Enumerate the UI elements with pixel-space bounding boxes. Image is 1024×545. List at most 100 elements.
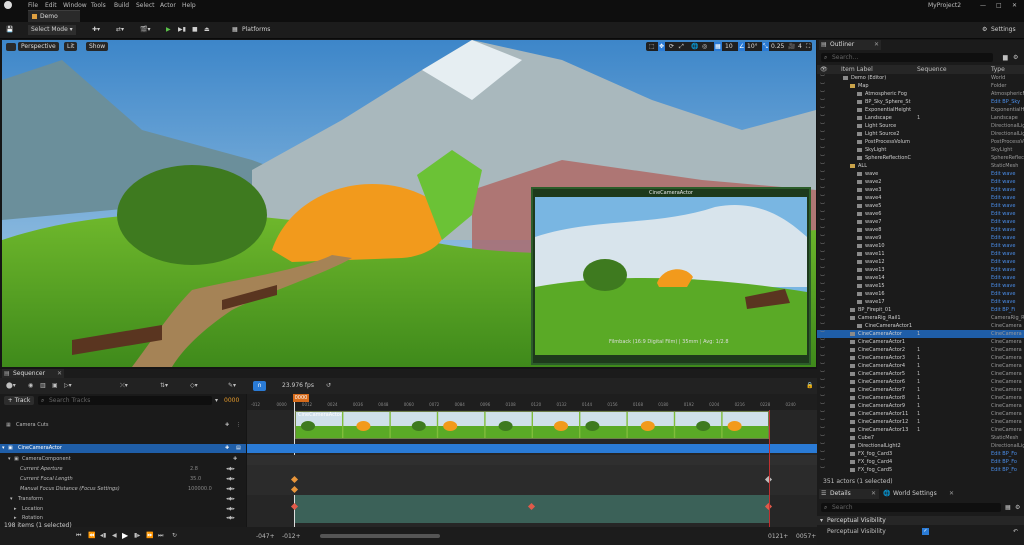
- key-interp-icon[interactable]: ◇▾: [190, 382, 198, 389]
- outliner-row[interactable]: ︶ wave4 Edit wave: [817, 194, 1024, 202]
- outliner-row[interactable]: ︶ wave11 Edit wave: [817, 250, 1024, 258]
- world-settings-close-icon[interactable]: ✕: [949, 489, 954, 499]
- rotate-icon[interactable]: ⟳: [669, 42, 674, 51]
- visibility-eye-icon[interactable]: ︶: [820, 418, 825, 426]
- camera-speed-icon[interactable]: 🎥: [788, 42, 795, 51]
- visibility-eye-icon[interactable]: ︶: [820, 210, 825, 218]
- minimize-icon[interactable]: —: [980, 2, 986, 9]
- outliner-close-icon[interactable]: ✕: [874, 40, 879, 50]
- play-icon[interactable]: ▶: [122, 531, 128, 540]
- outliner-row[interactable]: ︶ wave Edit wave: [817, 170, 1024, 178]
- track-camera-cuts[interactable]: ▦ Camera Cuts ✚ ⋮: [0, 418, 246, 432]
- menu-edit[interactable]: Edit: [45, 2, 57, 9]
- add-actor-icon[interactable]: ✚▾: [92, 25, 100, 35]
- track-manual-focus-distance[interactable]: Manual Focus Distance (Focus Settings) 1…: [0, 485, 246, 494]
- outliner-item-type[interactable]: Edit wave: [991, 210, 1024, 218]
- visibility-eye-icon[interactable]: ︶: [820, 362, 825, 370]
- outliner-row[interactable]: ︶ wave16 Edit wave: [817, 290, 1024, 298]
- outliner-row[interactable]: ︶ CineCameraActor4 1 CineCamera: [817, 362, 1024, 370]
- menu-window[interactable]: Window: [63, 2, 87, 9]
- visibility-eye-icon[interactable]: ︶: [820, 122, 825, 130]
- key-nav-icon[interactable]: ◂◆▸: [226, 514, 235, 523]
- outliner-row[interactable]: ︶ Map Folder: [817, 82, 1024, 90]
- outliner-row[interactable]: ︶ CineCameraActor3 1 CineCamera: [817, 354, 1024, 362]
- outliner-row[interactable]: ︶ wave14 Edit wave: [817, 274, 1024, 282]
- visibility-eye-icon[interactable]: ︶: [820, 370, 825, 378]
- visibility-eye-icon[interactable]: ︶: [820, 298, 825, 306]
- outliner-row[interactable]: ︶ SkyLight SkyLight: [817, 146, 1024, 154]
- outliner-row[interactable]: ︶ wave7 Edit wave: [817, 218, 1024, 226]
- visibility-eye-icon[interactable]: ︶: [820, 202, 825, 210]
- visibility-eye-icon[interactable]: ︶: [820, 250, 825, 258]
- outliner-row[interactable]: ︶ PostProcessVolum PostProcessVolume: [817, 138, 1024, 146]
- save-icon[interactable]: 💾: [6, 25, 13, 35]
- details-section-header[interactable]: ▾ Perceptual Visibility: [817, 516, 1024, 525]
- outliner-row[interactable]: ︶ SphereReflectionC SphereReflection: [817, 154, 1024, 162]
- step-back-key-icon[interactable]: ⏪: [88, 532, 95, 539]
- world-local-icon[interactable]: 🌐: [691, 42, 698, 51]
- track-location[interactable]: ▸ Location ◂◆▸: [0, 505, 246, 514]
- maximize-viewport-icon[interactable]: ⛶: [806, 42, 810, 51]
- visibility-eye-icon[interactable]: ︶: [820, 322, 825, 330]
- outliner-row[interactable]: ︶ FX_fog_Card5 Edit BP_Fo: [817, 466, 1024, 474]
- loop-icon[interactable]: ↺: [326, 382, 331, 389]
- key-nav-icon[interactable]: ◂◆▸: [226, 465, 235, 474]
- reset-arrow-icon[interactable]: ↶: [1013, 527, 1018, 536]
- save-sequence-icon[interactable]: ⬤▾: [6, 382, 16, 389]
- visibility-eye-icon[interactable]: ︶: [820, 218, 825, 226]
- filter-icon[interactable]: ▾: [215, 397, 218, 404]
- sequencer-timeline[interactable]: -012 0000 0012 0024 0036 0048 0060 0072 0084 0096…: [247, 394, 817, 527]
- platforms-button[interactable]: Platforms: [242, 25, 270, 35]
- expand-arrow-icon[interactable]: ▸: [14, 505, 17, 514]
- outliner-row[interactable]: ︶ DirectionalLight2 DirectionalLight: [817, 442, 1024, 450]
- outliner-row[interactable]: ︶ wave10 Edit wave: [817, 242, 1024, 250]
- settings-button[interactable]: Settings: [991, 25, 1016, 35]
- outliner-row[interactable]: ︶ CineCameraActor7 1 CineCamera: [817, 386, 1024, 394]
- unreal-logo-icon[interactable]: [4, 1, 12, 9]
- outliner-row[interactable]: ︶ wave9 Edit wave: [817, 234, 1024, 242]
- key-nav-icon[interactable]: ◂◆▸: [226, 475, 235, 484]
- outliner-row[interactable]: ︶ wave17 Edit wave: [817, 298, 1024, 306]
- outliner-row[interactable]: ︶ wave6 Edit wave: [817, 210, 1024, 218]
- visibility-eye-icon[interactable]: ︶: [820, 82, 825, 90]
- outliner-row[interactable]: ︶ FX_fog_Card4 Edit BP_Fo: [817, 458, 1024, 466]
- outliner-item-type[interactable]: Edit wave: [991, 250, 1024, 258]
- sequencer-close-icon[interactable]: ✕: [57, 369, 62, 378]
- rotation-snap-icon[interactable]: ∠: [738, 42, 746, 51]
- add-icon[interactable]: ✚: [225, 444, 229, 453]
- timeline-scrollbar[interactable]: [320, 534, 440, 538]
- outliner-item-type[interactable]: Edit wave: [991, 202, 1024, 210]
- loop-icon[interactable]: ↻: [172, 532, 177, 539]
- outliner-item-type[interactable]: Edit wave: [991, 186, 1024, 194]
- show-button[interactable]: Show: [86, 42, 109, 51]
- visibility-eye-icon[interactable]: ︶: [820, 458, 825, 466]
- visibility-eye-icon[interactable]: ︶: [820, 178, 825, 186]
- visibility-eye-icon[interactable]: ︶: [820, 266, 825, 274]
- visibility-eye-icon[interactable]: ︶: [820, 186, 825, 194]
- visibility-eye-icon[interactable]: ︶: [820, 90, 825, 98]
- lit-button[interactable]: Lit: [64, 42, 78, 51]
- visibility-eye-icon[interactable]: ︶: [820, 346, 825, 354]
- visibility-eye-icon[interactable]: ︶: [820, 146, 825, 154]
- viewport-menu-icon[interactable]: [6, 43, 16, 51]
- tab-world-settings[interactable]: 🌐 World Settings ✕: [881, 489, 957, 499]
- outliner-item-type[interactable]: Edit wave: [991, 234, 1024, 242]
- add-icon[interactable]: ✚: [233, 455, 237, 464]
- outliner-item-type[interactable]: Edit wave: [991, 218, 1024, 226]
- outliner-item-type[interactable]: Edit wave: [991, 258, 1024, 266]
- view-end-range[interactable]: 0121+: [768, 533, 788, 540]
- visibility-eye-icon[interactable]: ︶: [820, 466, 825, 474]
- key-nav-icon[interactable]: ◂◆▸: [226, 495, 235, 504]
- step-back-icon[interactable]: ◂▮: [100, 532, 106, 539]
- outliner-item-type[interactable]: Edit wave: [991, 266, 1024, 274]
- property-value[interactable]: 35.0: [190, 475, 201, 484]
- jump-end-icon[interactable]: ⏭: [158, 532, 163, 540]
- eject-icon[interactable]: ⏏: [204, 25, 210, 35]
- outliner-item-type[interactable]: Edit wave: [991, 178, 1024, 186]
- curve-editor-icon[interactable]: ⇅▾: [160, 382, 168, 389]
- tab-demo[interactable]: Demo: [28, 10, 80, 22]
- cinecamera-track-bar[interactable]: [247, 444, 817, 453]
- visibility-eye-icon[interactable]: ︶: [820, 434, 825, 442]
- outliner-row[interactable]: ︶ CineCameraActor6 1 CineCamera: [817, 378, 1024, 386]
- scale-snap-value[interactable]: 0.25: [771, 42, 784, 51]
